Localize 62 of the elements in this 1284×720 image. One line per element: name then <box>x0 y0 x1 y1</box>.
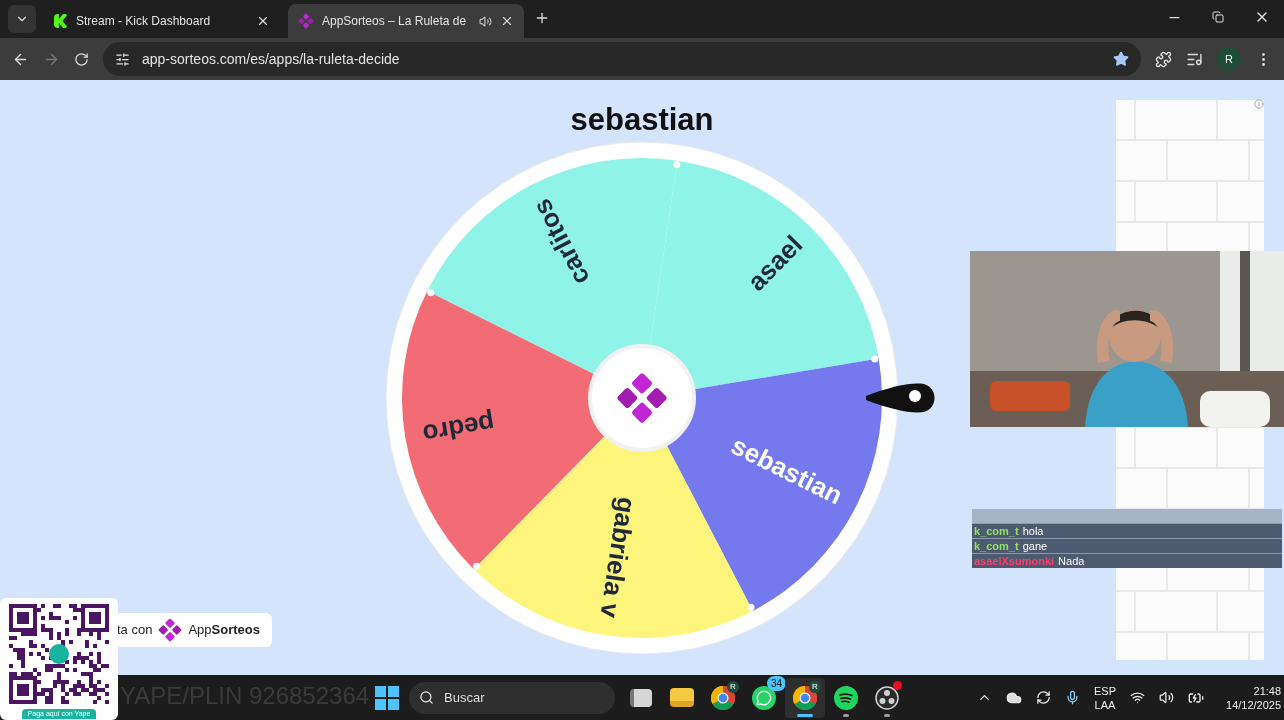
windows-start-icon[interactable] <box>375 685 399 710</box>
chat-username: asaelXsumonki <box>974 554 1055 568</box>
winner-name: sebastian <box>570 102 714 138</box>
language-code[interactable]: ESP <box>1094 683 1116 698</box>
new-tab-icon[interactable] <box>534 10 550 26</box>
rim-dot <box>427 289 435 297</box>
keyboard-layout[interactable]: LAA <box>1094 697 1116 712</box>
profile-badge: R <box>727 680 739 693</box>
logo-icon <box>158 618 183 642</box>
profile-avatar[interactable]: R <box>1217 47 1241 71</box>
chat-message: gane <box>1022 539 1048 553</box>
clock-time[interactable]: 21:48 <box>1253 683 1282 698</box>
close-tab-icon[interactable] <box>500 14 514 28</box>
search-label: Buscar <box>444 688 485 707</box>
chat-username: k_com_t <box>974 539 1019 553</box>
site-settings-icon[interactable] <box>115 51 130 67</box>
tab-title: Stream - Kick Dashboard <box>76 13 212 30</box>
browser-tab[interactable]: Stream - Kick Dashboard <box>44 4 280 38</box>
tab-list-button[interactable] <box>8 5 36 33</box>
bookmark-star-icon[interactable] <box>1113 51 1129 67</box>
segment-label: pedro <box>420 407 497 450</box>
segment-label: gabriela v <box>594 495 642 620</box>
reload-icon[interactable] <box>74 51 89 67</box>
wifi-icon[interactable] <box>1130 690 1145 705</box>
chat-message: hola <box>1022 524 1044 538</box>
chat-username: k_com_t <box>974 524 1019 538</box>
rim-dot <box>747 603 755 611</box>
restore-icon[interactable] <box>1212 11 1224 23</box>
rim-dot <box>673 161 681 169</box>
rim-dot <box>473 562 481 570</box>
folder-icon <box>670 688 694 707</box>
brand-name: AppSorteos <box>188 621 260 640</box>
taskbar-app[interactable]: R <box>703 677 743 718</box>
whatsapp-icon <box>752 685 776 710</box>
rim-dot <box>871 355 879 363</box>
taskbar-app[interactable]: R <box>785 677 825 718</box>
spotify-icon <box>834 685 858 710</box>
search-icon <box>419 690 434 705</box>
obs-icon <box>875 685 899 710</box>
chrome-icon <box>793 685 817 710</box>
logo-icon <box>298 13 314 29</box>
address-bar[interactable]: app-sorteos.com/es/apps/la-ruleta-decide <box>103 42 1141 76</box>
task-view-icon <box>630 688 652 707</box>
url-text: app-sorteos.com/es/apps/la-ruleta-decide <box>142 49 401 69</box>
taskbar-app[interactable]: 34 <box>744 677 784 718</box>
notification-count: 34 <box>766 675 786 691</box>
chat-message: Nada <box>1058 554 1085 568</box>
microphone-icon[interactable] <box>1065 690 1080 705</box>
chrome-icon <box>711 685 735 710</box>
browser-tab[interactable]: AppSorteos – La Ruleta de <box>288 4 524 38</box>
taskbar-search[interactable]: Buscar <box>409 681 615 714</box>
extensions-icon[interactable] <box>1155 50 1172 68</box>
close-tab-icon[interactable] <box>256 14 270 28</box>
clock-date[interactable]: 14/12/2025 <box>1226 697 1282 712</box>
wheel-pointer <box>866 383 935 413</box>
volume-icon[interactable] <box>1159 690 1174 705</box>
kick-logo-icon <box>54 14 68 28</box>
tab-title: AppSorteos – La Ruleta de <box>322 13 468 30</box>
sync-icon[interactable] <box>1036 690 1051 705</box>
profile-badge: R <box>809 680 821 693</box>
credit-text: ta con <box>117 621 153 640</box>
logo-icon <box>616 372 668 424</box>
